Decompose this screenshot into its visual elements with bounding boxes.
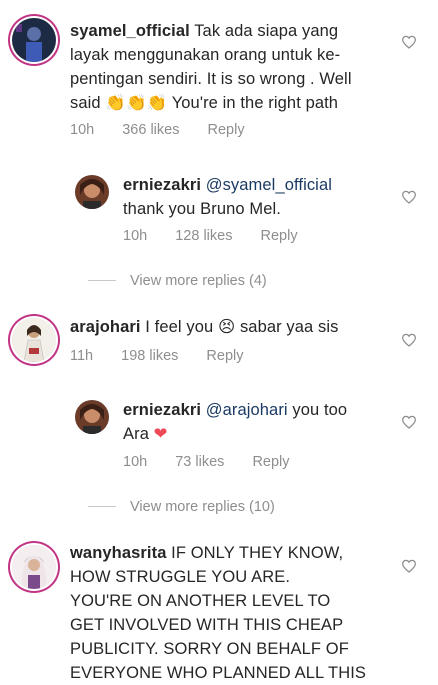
- comment-meta: 10h 128 likes Reply: [123, 228, 322, 244]
- avatar-image: [75, 400, 109, 434]
- view-more-replies[interactable]: View more replies (10): [88, 499, 275, 515]
- comment-line-3: YOU'RE ON ANOTHER LEVEL TO: [70, 592, 331, 610]
- comment-likes[interactable]: 198 likes: [121, 348, 178, 364]
- avatar-image: [12, 18, 56, 62]
- comment-time: 11h: [70, 348, 94, 364]
- comment-syamel-official: syamel_official Tak ada siapa yang layak…: [0, 0, 438, 150]
- comment-time: 10h: [123, 454, 148, 470]
- comment-line-2: HOW STRUGGLE YOU ARE.: [70, 568, 290, 586]
- view-more-replies[interactable]: View more replies (4): [88, 273, 267, 289]
- heart-outline-icon[interactable]: [401, 333, 417, 347]
- comment-line-3: pentingan sendiri. It is so wrong . Well: [70, 70, 352, 88]
- comment-line-4-pre: said: [70, 94, 101, 112]
- red-heart-emoji: ❤: [153, 424, 168, 443]
- heart-outline-icon[interactable]: [401, 415, 417, 429]
- comment-meta: 10h 366 likes Reply: [70, 122, 269, 138]
- avatar-image: [75, 175, 109, 209]
- comment-likes[interactable]: 128 likes: [175, 228, 232, 244]
- comment-time: 10h: [70, 122, 95, 138]
- comment-line-4-post: You're in the right path: [171, 94, 339, 112]
- comment-text: wanyhasrita IF ONLY THEY KNOW, HOW STRUG…: [70, 541, 410, 685]
- view-more-label: View more replies (10): [130, 499, 275, 515]
- heart-outline-icon[interactable]: [401, 190, 417, 204]
- comment-username[interactable]: arajohari: [70, 318, 141, 336]
- comment-username[interactable]: syamel_official: [70, 22, 190, 40]
- comment-text: arajohari I feel you 😣 sabar yaa sis: [70, 315, 400, 339]
- comment-text: erniezakri @syamel_official thank you Br…: [123, 173, 393, 221]
- view-more-label: View more replies (4): [130, 273, 267, 289]
- comment-line-2: layak menggunakan orang untuk ke-: [70, 46, 341, 64]
- mention-link[interactable]: @arajohari: [206, 401, 288, 419]
- comment-line-2: Ara: [123, 425, 149, 443]
- avatar[interactable]: [12, 318, 56, 362]
- avatar-image: [12, 318, 56, 362]
- comment-line-4: GET INVOLVED WITH THIS CHEAP: [70, 616, 344, 634]
- reply-button[interactable]: Reply: [252, 454, 289, 470]
- avatar[interactable]: [75, 400, 109, 434]
- comment-line-1: thank you Bruno Mel.: [123, 200, 281, 218]
- comment-arajohari: arajohari I feel you 😣 sabar yaa sis 11h…: [0, 305, 438, 375]
- reply-button[interactable]: Reply: [208, 122, 245, 138]
- comment-line-1-post: sabar yaa sis: [239, 318, 339, 336]
- comment-likes[interactable]: 73 likes: [175, 454, 224, 470]
- comment-line-1-pre: I feel you: [145, 318, 214, 336]
- clap-emoji: 👏👏👏: [105, 93, 168, 112]
- reply-erniezakri-1: erniezakri @syamel_official thank you Br…: [0, 160, 438, 260]
- reply-erniezakri-2: erniezakri @arajohari you too Ara ❤ 10h …: [0, 385, 438, 485]
- divider-line: [88, 505, 116, 507]
- comment-time: 10h: [123, 228, 148, 244]
- comment-text: erniezakri @arajohari you too Ara ❤: [123, 398, 393, 446]
- comment-line-1: Tak ada siapa yang: [194, 22, 339, 40]
- comment-username[interactable]: wanyhasrita: [70, 544, 166, 562]
- comment-line-5: PUBLICITY. SORRY ON BEHALF OF: [70, 640, 349, 658]
- comment-line-6: EVERYONE WHO PLANNED ALL THIS: [70, 664, 367, 682]
- divider-line: [88, 279, 116, 281]
- heart-outline-icon[interactable]: [401, 35, 417, 49]
- comment-username[interactable]: erniezakri: [123, 176, 201, 194]
- comment-likes[interactable]: 366 likes: [122, 122, 179, 138]
- heart-outline-icon[interactable]: [401, 559, 417, 573]
- comment-wanyhasrita: wanyhasrita IF ONLY THEY KNOW, HOW STRUG…: [0, 530, 438, 685]
- mention-link[interactable]: @syamel_official: [206, 176, 332, 194]
- reply-button[interactable]: Reply: [206, 348, 243, 364]
- avatar[interactable]: [12, 18, 56, 62]
- comment-text: syamel_official Tak ada siapa yang layak…: [70, 19, 400, 115]
- comment-line-1-post: you too: [292, 401, 348, 419]
- comment-meta: 11h 198 likes Reply: [70, 348, 268, 364]
- avatar[interactable]: [75, 175, 109, 209]
- reply-button[interactable]: Reply: [261, 228, 298, 244]
- avatar-image: [12, 545, 56, 589]
- avatar[interactable]: [12, 545, 56, 589]
- comment-username[interactable]: erniezakri: [123, 401, 201, 419]
- persevering-face-emoji: 😣: [217, 317, 236, 336]
- comment-meta: 10h 73 likes Reply: [123, 454, 314, 470]
- comment-line-1: IF ONLY THEY KNOW,: [171, 544, 344, 562]
